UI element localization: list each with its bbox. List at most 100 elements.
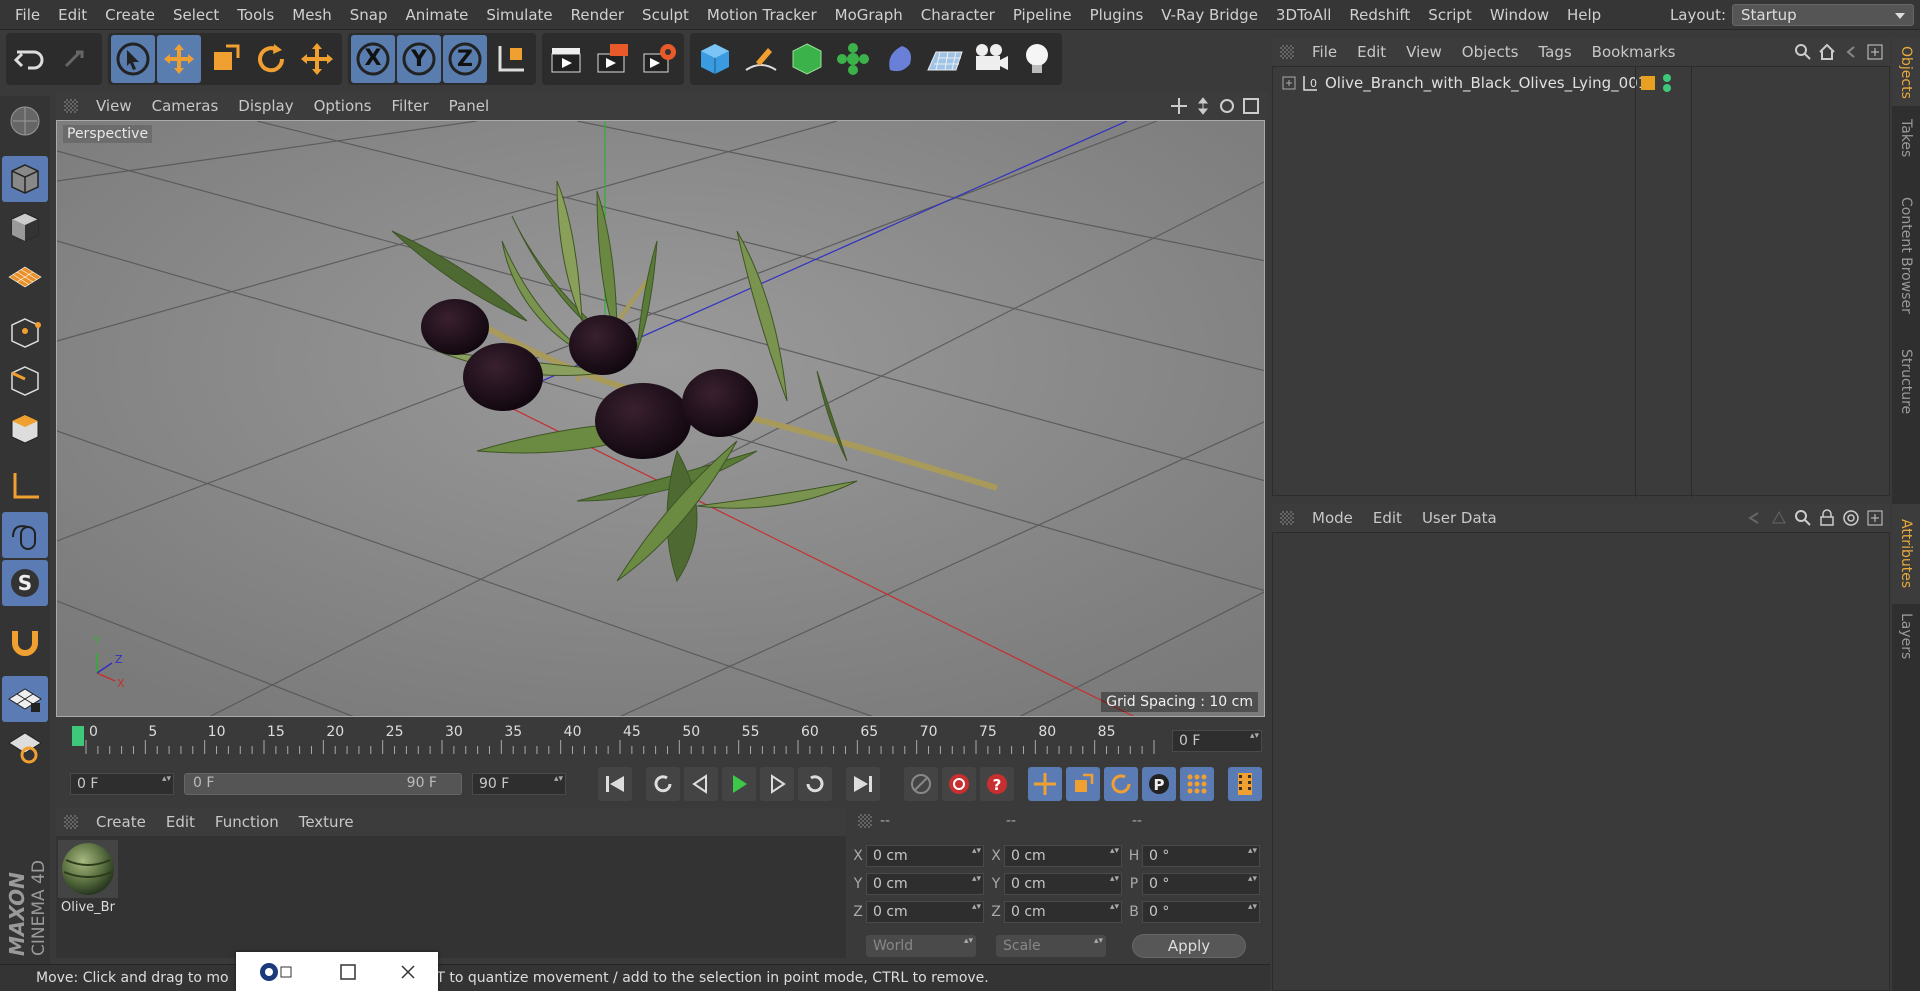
object-row[interactable]: 0 Olive_Branch_with_Black_Olives_Lying_0…	[1273, 71, 1891, 95]
z-axis-lock-button[interactable]: Z	[443, 35, 487, 83]
menu-mesh[interactable]: Mesh	[283, 6, 341, 24]
model-mode-button[interactable]	[2, 156, 48, 202]
coords-panel-grip-icon[interactable]	[858, 814, 872, 828]
undo-button[interactable]	[9, 35, 53, 83]
coordinate-mode-dropdown[interactable]: World	[866, 935, 976, 957]
render-picture-viewer-button[interactable]	[591, 35, 635, 83]
menu-select[interactable]: Select	[164, 6, 228, 24]
orbit-view-icon[interactable]	[1218, 97, 1236, 115]
deformer-button[interactable]	[877, 35, 921, 83]
menu-window[interactable]: Window	[1481, 6, 1558, 24]
material-menu-create[interactable]: Create	[86, 813, 156, 831]
material-panel-grip-icon[interactable]	[64, 815, 78, 829]
move-tool-button[interactable]	[157, 35, 201, 83]
tab-layers[interactable]: Layers	[1892, 606, 1920, 666]
render-visibility-dot[interactable]	[1663, 84, 1671, 92]
record-scale-button[interactable]	[1066, 767, 1100, 801]
floor-scene-button[interactable]	[923, 35, 967, 83]
keyframe-selection-button[interactable]: ?	[980, 767, 1014, 801]
snap-button[interactable]	[2, 618, 48, 664]
record-parameter-button[interactable]: P	[1142, 767, 1176, 801]
menu-create[interactable]: Create	[96, 6, 164, 24]
edges-mode-button[interactable]	[2, 358, 48, 404]
search-icon[interactable]	[1794, 43, 1812, 61]
tweak-mode-button[interactable]	[2, 512, 48, 558]
cinema4d-app-icon[interactable]	[257, 961, 297, 983]
menu-character[interactable]: Character	[912, 6, 1004, 24]
objects-panel-grip-icon[interactable]	[1280, 45, 1294, 59]
rotation-p-field[interactable]: 0 °	[1142, 873, 1260, 895]
editor-visibility-dot[interactable]	[1663, 74, 1671, 82]
next-key-button[interactable]	[798, 767, 832, 801]
menu-mograph[interactable]: MoGraph	[826, 6, 912, 24]
frame-range-slider[interactable]: 0 F 90 F	[184, 773, 462, 795]
camera-button[interactable]	[969, 35, 1013, 83]
new-panel-icon[interactable]	[1866, 43, 1884, 61]
attributes-menu-user-data[interactable]: User Data	[1412, 509, 1507, 527]
objects-menu-file[interactable]: File	[1302, 43, 1347, 61]
material-menu-texture[interactable]: Texture	[289, 813, 364, 831]
object-name[interactable]: Olive_Branch_with_Black_Olives_Lying_001	[1325, 74, 1647, 92]
target-icon[interactable]	[1842, 509, 1860, 527]
playhead[interactable]	[72, 726, 84, 746]
timeline-window-button[interactable]	[1228, 767, 1262, 801]
previous-key-button[interactable]	[646, 767, 680, 801]
record-point-level-button[interactable]	[1180, 767, 1214, 801]
size-x-field[interactable]: 0 cm	[1004, 845, 1122, 867]
workplane-button[interactable]	[2, 252, 48, 298]
render-view-button[interactable]	[545, 35, 589, 83]
position-z-field[interactable]: 0 cm	[866, 901, 984, 923]
menu-sculpt[interactable]: Sculpt	[633, 6, 698, 24]
tab-objects[interactable]: Objects	[1892, 38, 1920, 106]
up-arrow-icon[interactable]	[1770, 509, 1788, 527]
end-frame-field[interactable]: 90 F	[472, 773, 566, 795]
solo-button[interactable]: S	[2, 560, 48, 606]
live-selection-button[interactable]	[111, 35, 155, 83]
viewport-3d[interactable]: Y X Z Perspective Grid Spacing : 10 cm	[56, 120, 1265, 717]
material-menu-function[interactable]: Function	[205, 813, 289, 831]
viewport-menu-options[interactable]: Options	[304, 97, 382, 115]
pen-spline-button[interactable]	[739, 35, 783, 83]
attributes-panel-grip-icon[interactable]	[1280, 511, 1294, 525]
redo-button[interactable]	[55, 35, 99, 83]
workplane-lock-button[interactable]	[2, 676, 48, 722]
polygons-mode-button[interactable]	[2, 406, 48, 452]
menu-edit[interactable]: Edit	[49, 6, 96, 24]
render-settings-button[interactable]	[637, 35, 681, 83]
maximize-icon[interactable]	[339, 963, 357, 981]
record-position-button[interactable]	[1028, 767, 1062, 801]
attributes-menu-mode[interactable]: Mode	[1302, 509, 1363, 527]
objects-menu-edit[interactable]: Edit	[1347, 43, 1396, 61]
maximize-view-icon[interactable]	[1242, 97, 1260, 115]
lock-icon[interactable]	[1818, 509, 1836, 527]
attr-search-icon[interactable]	[1794, 509, 1812, 527]
texture-mode-button[interactable]	[2, 204, 48, 250]
size-mode-dropdown[interactable]: Scale	[996, 935, 1106, 957]
current-frame-field[interactable]: 0 F	[1172, 730, 1262, 752]
home-icon[interactable]	[1818, 43, 1836, 61]
menu-snap[interactable]: Snap	[341, 6, 397, 24]
objects-menu-tags[interactable]: Tags	[1528, 43, 1581, 61]
light-button[interactable]	[1015, 35, 1059, 83]
subdivision-button[interactable]	[785, 35, 829, 83]
menu-plugins[interactable]: Plugins	[1081, 6, 1153, 24]
coordinate-system-button[interactable]	[489, 35, 533, 83]
tab-structure[interactable]: Structure	[1892, 342, 1920, 422]
layer-color-tag[interactable]	[1641, 76, 1655, 90]
menu-render[interactable]: Render	[562, 6, 633, 24]
tab-takes[interactable]: Takes	[1892, 108, 1920, 168]
position-y-field[interactable]: 0 cm	[866, 873, 984, 895]
transform-tool-button[interactable]	[295, 35, 339, 83]
zoom-view-icon[interactable]	[1194, 97, 1212, 115]
menu-script[interactable]: Script	[1419, 6, 1481, 24]
tab-attributes[interactable]: Attributes	[1892, 504, 1920, 604]
points-mode-button[interactable]	[2, 310, 48, 356]
viewport-menu-filter[interactable]: Filter	[381, 97, 438, 115]
timeline-ruler[interactable]: 051015202530354045505560657075808590 0 F	[56, 722, 1265, 760]
size-y-field[interactable]: 0 cm	[1004, 873, 1122, 895]
material-item[interactable]: Olive_Br	[58, 840, 118, 920]
menu-simulate[interactable]: Simulate	[477, 6, 561, 24]
rotation-h-field[interactable]: 0 °	[1142, 845, 1260, 867]
rotate-tool-button[interactable]	[249, 35, 293, 83]
tab-content-browser[interactable]: Content Browser	[1892, 170, 1920, 340]
